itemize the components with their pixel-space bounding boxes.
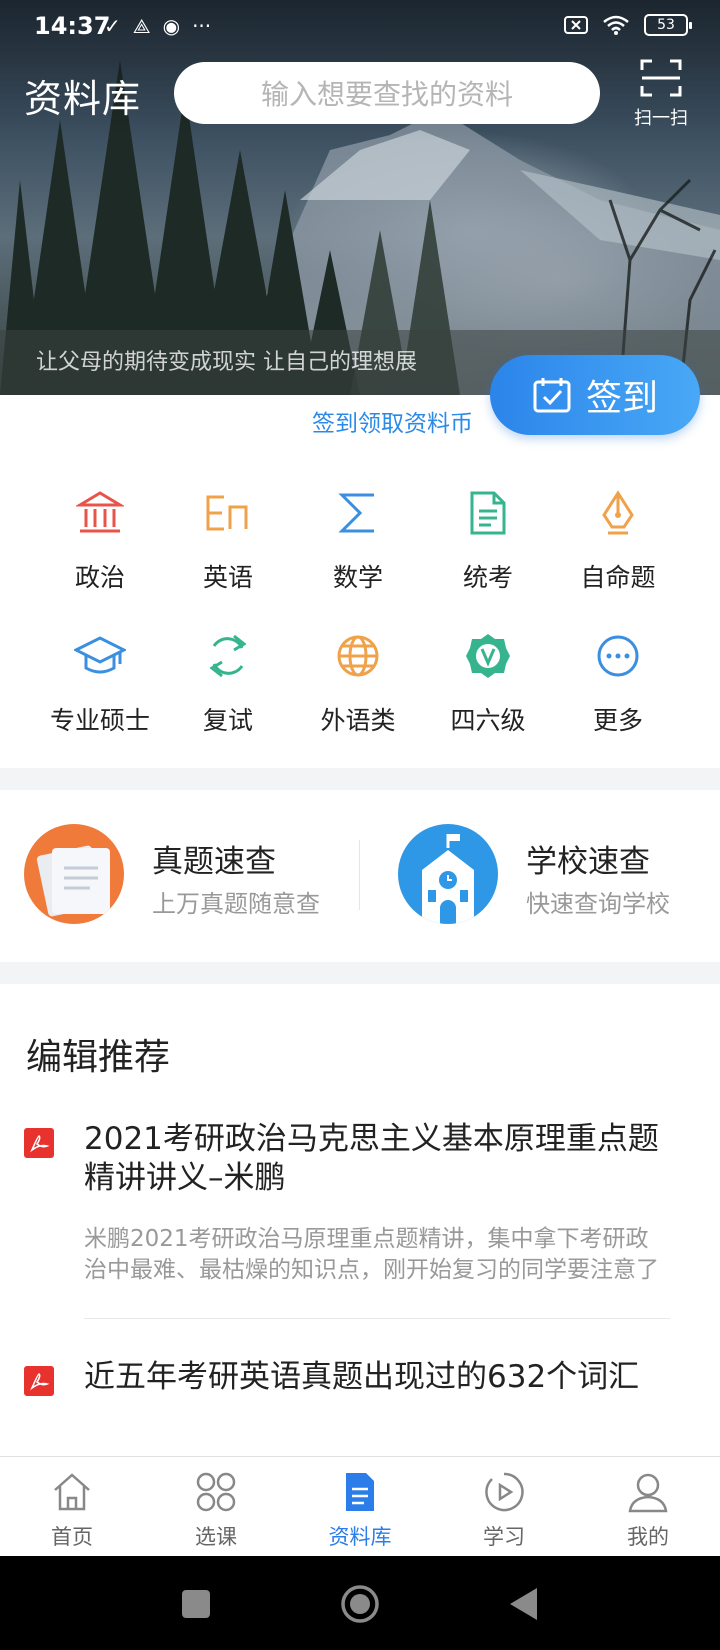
category-label: 自命题: [580, 563, 656, 592]
category-professional-master[interactable]: 专业硕士: [35, 627, 165, 737]
sigma-icon: [338, 493, 374, 533]
tab-home[interactable]: 首页: [0, 1467, 144, 1551]
v-badge-icon: [466, 634, 510, 678]
battery-level: 53: [657, 17, 675, 33]
category-unified-exam[interactable]: 统考: [423, 484, 553, 594]
system-navigation-bar: [0, 1556, 720, 1650]
scan-icon: [640, 59, 682, 97]
battery-icon: 53: [644, 14, 692, 36]
category-politics[interactable]: 政治: [35, 484, 165, 594]
triangle-logo-icon: ⟁: [132, 14, 151, 38]
tab-study[interactable]: 学习: [432, 1467, 576, 1551]
recent-apps-button[interactable]: [182, 1590, 210, 1618]
user-icon: [628, 1473, 668, 1513]
quick-search-section: 真题速查 上万真题随意查 学校速查 快速查询学校: [0, 790, 720, 960]
recommend-article-item[interactable]: 2021考研政治马克思主义基本原理重点题精讲讲义–米鹏 米鹏2021考研政治马原…: [24, 1120, 684, 1300]
checkmark-icon: ✓: [104, 14, 121, 38]
checkin-button[interactable]: 签到: [490, 355, 700, 435]
quick-card-subtitle: 快速查询学校: [526, 890, 670, 918]
aperture-icon: ◉: [162, 14, 181, 38]
calendar-check-icon: [533, 378, 571, 413]
document-icon: [470, 491, 506, 535]
category-label: 政治: [74, 563, 125, 592]
status-system-icons: 53: [564, 14, 692, 36]
bottom-tab-bar: 首页 选课 资料库 学习 我的: [0, 1456, 720, 1556]
globe-icon: [337, 635, 379, 677]
category-label: 复试: [202, 706, 253, 735]
search-input[interactable]: 输入想要查找的资料: [174, 62, 600, 124]
tab-label: 首页: [51, 1525, 93, 1549]
back-button[interactable]: [510, 1588, 537, 1620]
more-icon: ···: [192, 14, 212, 38]
recommend-article-item[interactable]: 近五年考研英语真题出现过的632个词汇: [24, 1358, 684, 1448]
category-foreign-language[interactable]: 外语类: [293, 627, 423, 737]
tab-mine[interactable]: 我的: [576, 1467, 720, 1551]
category-label: 统考: [462, 563, 513, 592]
quick-card-title: 学校速查: [526, 844, 650, 880]
scan-label: 扫一扫: [634, 108, 688, 129]
category-self-proposition[interactable]: 自命题: [553, 484, 683, 594]
category-english[interactable]: 英语: [163, 484, 293, 594]
refresh-cycle-icon: [209, 634, 247, 678]
category-label: 数学: [332, 563, 383, 592]
more-dots-icon: [597, 635, 639, 677]
pdf-icon: [24, 1128, 54, 1158]
article-title: 2021考研政治马克思主义基本原理重点题精讲讲义–米鹏: [84, 1121, 659, 1196]
grid-apps-icon: [196, 1472, 236, 1512]
category-cet[interactable]: 四六级: [423, 627, 553, 737]
tab-label: 选课: [195, 1525, 237, 1549]
status-bar: 14:37 ✓ ⟁ ◉ ··· 53: [0, 0, 720, 56]
category-label: 专业硕士: [49, 706, 150, 735]
category-more[interactable]: 更多: [553, 627, 683, 737]
papers-icon: [24, 824, 124, 924]
home-icon: [54, 1473, 90, 1511]
category-label: 更多: [592, 706, 643, 735]
category-math[interactable]: 数学: [293, 484, 423, 594]
recommend-section-title: 编辑推荐: [26, 1037, 171, 1078]
article-title: 近五年考研英语真题出现过的632个词汇: [84, 1359, 640, 1395]
section-divider: [0, 962, 720, 984]
status-time: 14:37: [34, 12, 111, 40]
checkin-label: 签到: [585, 378, 658, 419]
section-divider: [0, 768, 720, 790]
tab-label: 资料库: [328, 1525, 392, 1549]
school-icon: [398, 824, 498, 924]
document-list-icon: [346, 1473, 374, 1511]
quick-search-separator: [359, 840, 360, 910]
article-description: 米鹏2021考研政治马原理重点题精讲，集中拿下考研政治中最难、最枯燥的知识点，刚…: [84, 1226, 659, 1283]
hero-slogan: 让父母的期待变成现实 让自己的理想展: [36, 350, 417, 375]
checkin-hint-link[interactable]: 签到领取资料币: [312, 404, 473, 438]
category-label: 外语类: [320, 706, 396, 735]
tab-label: 我的: [627, 1525, 669, 1549]
quick-card-subtitle: 上万真题随意查: [152, 890, 320, 918]
app-page: 14:37 ✓ ⟁ ◉ ··· 53 资料库 输入想要查找的资料 扫一扫 让父母…: [0, 0, 720, 1650]
category-retest[interactable]: 复试: [163, 627, 293, 737]
english-en-icon: [206, 495, 248, 531]
search-placeholder: 输入想要查找的资料: [260, 78, 513, 111]
quick-card-title: 真题速查: [152, 844, 276, 880]
hero-banner: [0, 0, 720, 395]
sim-off-icon: [564, 16, 588, 34]
tab-label: 学习: [483, 1525, 525, 1549]
article-separator: [84, 1318, 670, 1319]
category-label: 英语: [202, 563, 253, 592]
category-label: 四六级: [450, 706, 526, 735]
pen-nib-icon: [602, 490, 634, 535]
tab-library[interactable]: 资料库: [288, 1467, 432, 1551]
page-title: 资料库: [24, 77, 142, 121]
wifi-icon: [603, 15, 629, 35]
tab-courses[interactable]: 选课: [144, 1467, 288, 1551]
scan-button[interactable]: 扫一扫: [626, 58, 696, 130]
play-circle-icon: [485, 1472, 524, 1512]
pdf-icon: [24, 1366, 54, 1396]
graduation-cap-icon: [74, 636, 126, 674]
status-notification-icons: ✓ ⟁ ◉ ···: [104, 14, 211, 38]
government-building-icon: [76, 491, 124, 533]
home-button[interactable]: [341, 1585, 379, 1623]
